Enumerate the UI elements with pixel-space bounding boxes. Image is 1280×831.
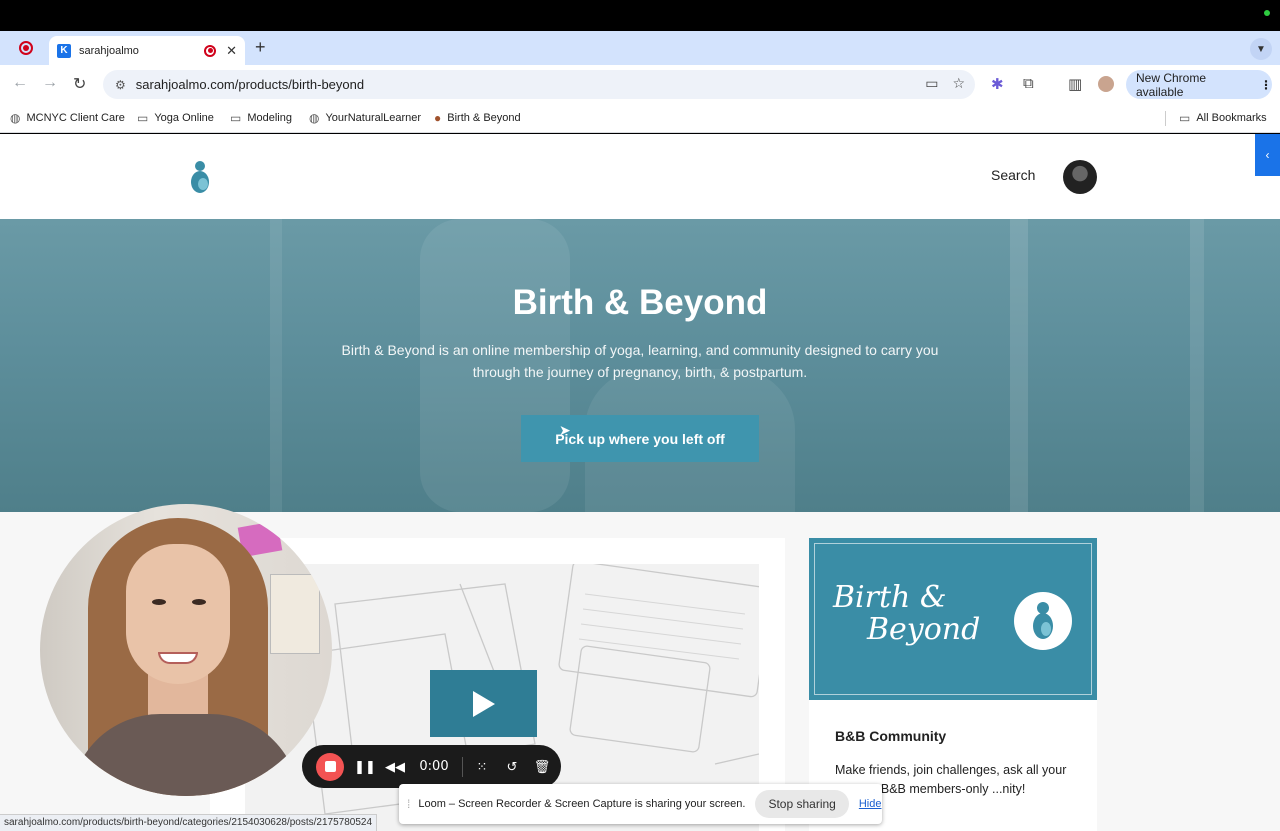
folder-icon: ▭ bbox=[137, 111, 149, 125]
new-chrome-button[interactable]: New Chrome available ⋮ bbox=[1126, 70, 1272, 99]
menu-dots-icon[interactable]: ⋮ bbox=[1260, 78, 1272, 92]
hero-photo-pillar bbox=[1010, 219, 1028, 512]
pick-up-button[interactable]: Pick up where you left off bbox=[521, 415, 759, 462]
address-bar[interactable]: ⚙ sarahjoalmo.com/products/birth-beyond … bbox=[103, 70, 975, 99]
bookmark-label: Modeling bbox=[247, 112, 292, 124]
bookmarks-divider bbox=[1165, 111, 1166, 126]
tab-title: sarahjoalmo bbox=[79, 44, 139, 57]
recording-time: 0:00 bbox=[419, 759, 449, 774]
extensions-puzzle-icon[interactable]: ⧉ bbox=[1023, 75, 1034, 92]
site-info-icon[interactable]: ⚙ bbox=[115, 78, 126, 92]
drag-handle-icon[interactable]: ⁞ bbox=[407, 797, 410, 811]
browser-toolbar: ← → ↻ ⚙ sarahjoalmo.com/products/birth-b… bbox=[0, 65, 1280, 104]
bookmark-item[interactable]: ▭ Modeling bbox=[230, 111, 292, 125]
tab-strip: K sarahjoalmo ✕ + ▼ bbox=[0, 31, 1280, 65]
bookmarks-bar: ◍ MCNYC Client Care ▭ Yoga Online ▭ Modelin… bbox=[0, 104, 1280, 133]
camera-icon[interactable]: ▭ bbox=[925, 75, 938, 92]
sharing-message: Loom – Screen Recorder & Screen Capture … bbox=[418, 798, 746, 810]
reload-icon[interactable]: ↻ bbox=[73, 74, 86, 94]
rewind-icon[interactable]: ◀◀ bbox=[380, 759, 410, 775]
banner-line-1: Birth & bbox=[833, 580, 947, 615]
extension-flower-icon[interactable]: ✱ bbox=[991, 75, 1004, 93]
bookmark-label: Birth & Beyond bbox=[447, 112, 521, 124]
play-button[interactable] bbox=[430, 670, 537, 737]
new-chrome-label: New Chrome available bbox=[1136, 70, 1207, 99]
bookmark-label: Yoga Online bbox=[154, 112, 214, 124]
mouse-cursor-icon: ➤ bbox=[559, 422, 571, 438]
back-arrow-icon[interactable]: ← bbox=[12, 74, 28, 92]
grid-icon[interactable]: ⁙ bbox=[467, 759, 497, 775]
tab-active[interactable]: K sarahjoalmo ✕ bbox=[49, 36, 245, 65]
bookmark-label: MCNYC Client Care bbox=[26, 112, 125, 124]
screen-sharing-bar: ⁞ Loom – Screen Recorder & Screen Captur… bbox=[399, 784, 882, 824]
webcam-mouth bbox=[158, 652, 198, 664]
community-banner[interactable]: Birth & Beyond bbox=[809, 538, 1097, 700]
recording-icon[interactable] bbox=[18, 40, 34, 56]
pause-icon[interactable]: ❚❚ bbox=[350, 759, 380, 775]
profile-avatar-icon[interactable] bbox=[1098, 76, 1114, 92]
restart-icon[interactable]: ↺ bbox=[497, 759, 527, 775]
stop-recording-button[interactable] bbox=[316, 752, 344, 781]
hero-banner: Birth & Beyond Birth & Beyond is an onli… bbox=[0, 219, 1280, 512]
kajabi-favicon-icon: K bbox=[57, 43, 71, 58]
all-bookmarks[interactable]: ▭ All Bookmarks bbox=[1179, 111, 1267, 125]
hide-link[interactable]: Hide bbox=[859, 798, 882, 810]
loom-divider bbox=[462, 756, 463, 777]
hero-photo-pillar bbox=[270, 219, 282, 512]
webcam-eye bbox=[192, 599, 206, 605]
banner-script: Birth & Beyond bbox=[833, 582, 980, 646]
banner-logo-icon bbox=[1014, 592, 1072, 650]
community-title: B&B Community bbox=[835, 728, 947, 744]
loom-controls: ❚❚ ◀◀ 0:00 ⁙ ↺ 🗑 bbox=[302, 745, 561, 788]
bookmark-item[interactable]: ● Birth & Beyond bbox=[434, 111, 521, 125]
address-text[interactable]: sarahjoalmo.com/products/birth-beyond bbox=[136, 77, 364, 92]
status-bar-url: sarahjoalmo.com/products/birth-beyond/ca… bbox=[0, 814, 378, 831]
os-top-bar bbox=[0, 0, 1280, 31]
bookmark-label: YourNaturalLearner bbox=[325, 112, 422, 124]
close-tab-icon[interactable]: ✕ bbox=[226, 43, 237, 59]
trash-icon[interactable]: 🗑 bbox=[527, 759, 557, 775]
bookmark-star-icon[interactable]: ☆ bbox=[952, 75, 965, 92]
bookmark-item[interactable]: ◍ MCNYC Client Care bbox=[10, 111, 125, 125]
bookmark-item[interactable]: ▭ Yoga Online bbox=[137, 111, 214, 125]
chevron-left-icon[interactable]: ‹ bbox=[1255, 134, 1280, 176]
webcam-bg-poster bbox=[270, 574, 320, 654]
site-icon: ● bbox=[434, 111, 442, 125]
hero-title: Birth & Beyond bbox=[512, 283, 768, 322]
side-panel-icon[interactable]: ▥ bbox=[1068, 75, 1082, 93]
banner-line-2: Beyond bbox=[867, 612, 981, 647]
tab-search-chevron-icon[interactable]: ▼ bbox=[1250, 38, 1272, 60]
new-tab-button[interactable]: + bbox=[255, 37, 266, 58]
loom-webcam-bubble[interactable] bbox=[40, 504, 332, 796]
site-logo-icon[interactable] bbox=[190, 160, 210, 194]
search-link[interactable]: Search bbox=[991, 167, 1035, 183]
webcam-eye bbox=[152, 599, 166, 605]
camera-indicator-icon bbox=[1264, 10, 1270, 16]
play-icon bbox=[472, 690, 495, 717]
bookmark-item[interactable]: ◍ YourNaturalLearner bbox=[309, 111, 421, 125]
all-bookmarks-label: All Bookmarks bbox=[1196, 112, 1267, 124]
folder-icon: ▭ bbox=[1179, 111, 1191, 125]
tab-recording-icon bbox=[204, 44, 217, 57]
hero-photo-pillar bbox=[1190, 219, 1204, 512]
stop-sharing-button[interactable]: Stop sharing bbox=[755, 790, 849, 818]
globe-icon: ◍ bbox=[10, 111, 21, 125]
user-avatar[interactable] bbox=[1063, 160, 1097, 194]
folder-icon: ▭ bbox=[230, 111, 242, 125]
globe-icon: ◍ bbox=[309, 111, 320, 125]
forward-arrow-icon[interactable]: → bbox=[42, 74, 58, 92]
hero-subtitle: Birth & Beyond is an online membership o… bbox=[341, 342, 939, 380]
site-header: Search ‹ bbox=[0, 134, 1280, 219]
